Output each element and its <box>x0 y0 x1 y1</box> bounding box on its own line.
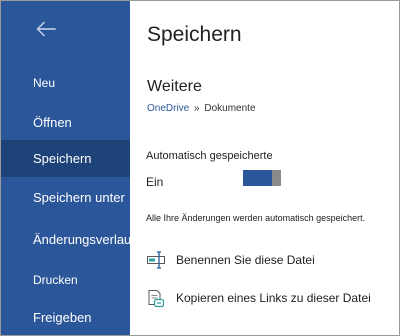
copy-link-button[interactable]: Kopieren eines Links zu dieser Datei <box>146 287 371 309</box>
copy-link-label: Kopieren eines Links zu dieser Datei <box>176 291 371 305</box>
section-title: Weitere <box>147 78 202 95</box>
copy-link-icon <box>146 288 166 308</box>
autosave-toggle[interactable] <box>243 170 281 186</box>
backstage-window: Neu Öffnen Speichern Speichern unter Änd… <box>0 0 400 336</box>
back-button[interactable] <box>34 17 58 41</box>
breadcrumb-folder[interactable]: Dokumente <box>204 103 255 114</box>
sidebar-item-share[interactable]: Freigeben <box>1 309 130 327</box>
back-arrow-icon <box>36 21 56 37</box>
breadcrumb-separator: » <box>194 103 200 114</box>
breadcrumb: OneDrive » Dokumente <box>147 103 256 114</box>
save-panel: Speichern Weitere OneDrive » Dokumente A… <box>130 1 399 335</box>
toggle-thumb <box>272 170 281 186</box>
sidebar-item-history[interactable]: Änderungsverlauf <box>1 231 130 249</box>
sidebar-item-save-as[interactable]: Speichern unter <box>1 189 130 207</box>
breadcrumb-onedrive-link[interactable]: OneDrive <box>147 103 189 114</box>
autosave-info-text: Alle Ihre Änderungen werden automatisch … <box>146 213 366 223</box>
rename-icon <box>146 250 166 270</box>
autosave-state-text: Ein <box>146 175 164 189</box>
sidebar-item-new[interactable]: Neu <box>1 74 130 92</box>
rename-file-button[interactable]: Benennen Sie diese Datei <box>146 249 315 271</box>
backstage-sidebar: Neu Öffnen Speichern Speichern unter Änd… <box>1 1 130 335</box>
page-title: Speichern <box>147 23 242 46</box>
sidebar-item-print[interactable]: Drucken <box>1 271 130 289</box>
sidebar-item-save[interactable]: Speichern <box>1 140 130 177</box>
sidebar-item-open[interactable]: Öffnen <box>1 114 130 132</box>
autosave-label: Automatisch gespeicherte <box>146 150 273 162</box>
rename-file-label: Benennen Sie diese Datei <box>176 253 315 267</box>
